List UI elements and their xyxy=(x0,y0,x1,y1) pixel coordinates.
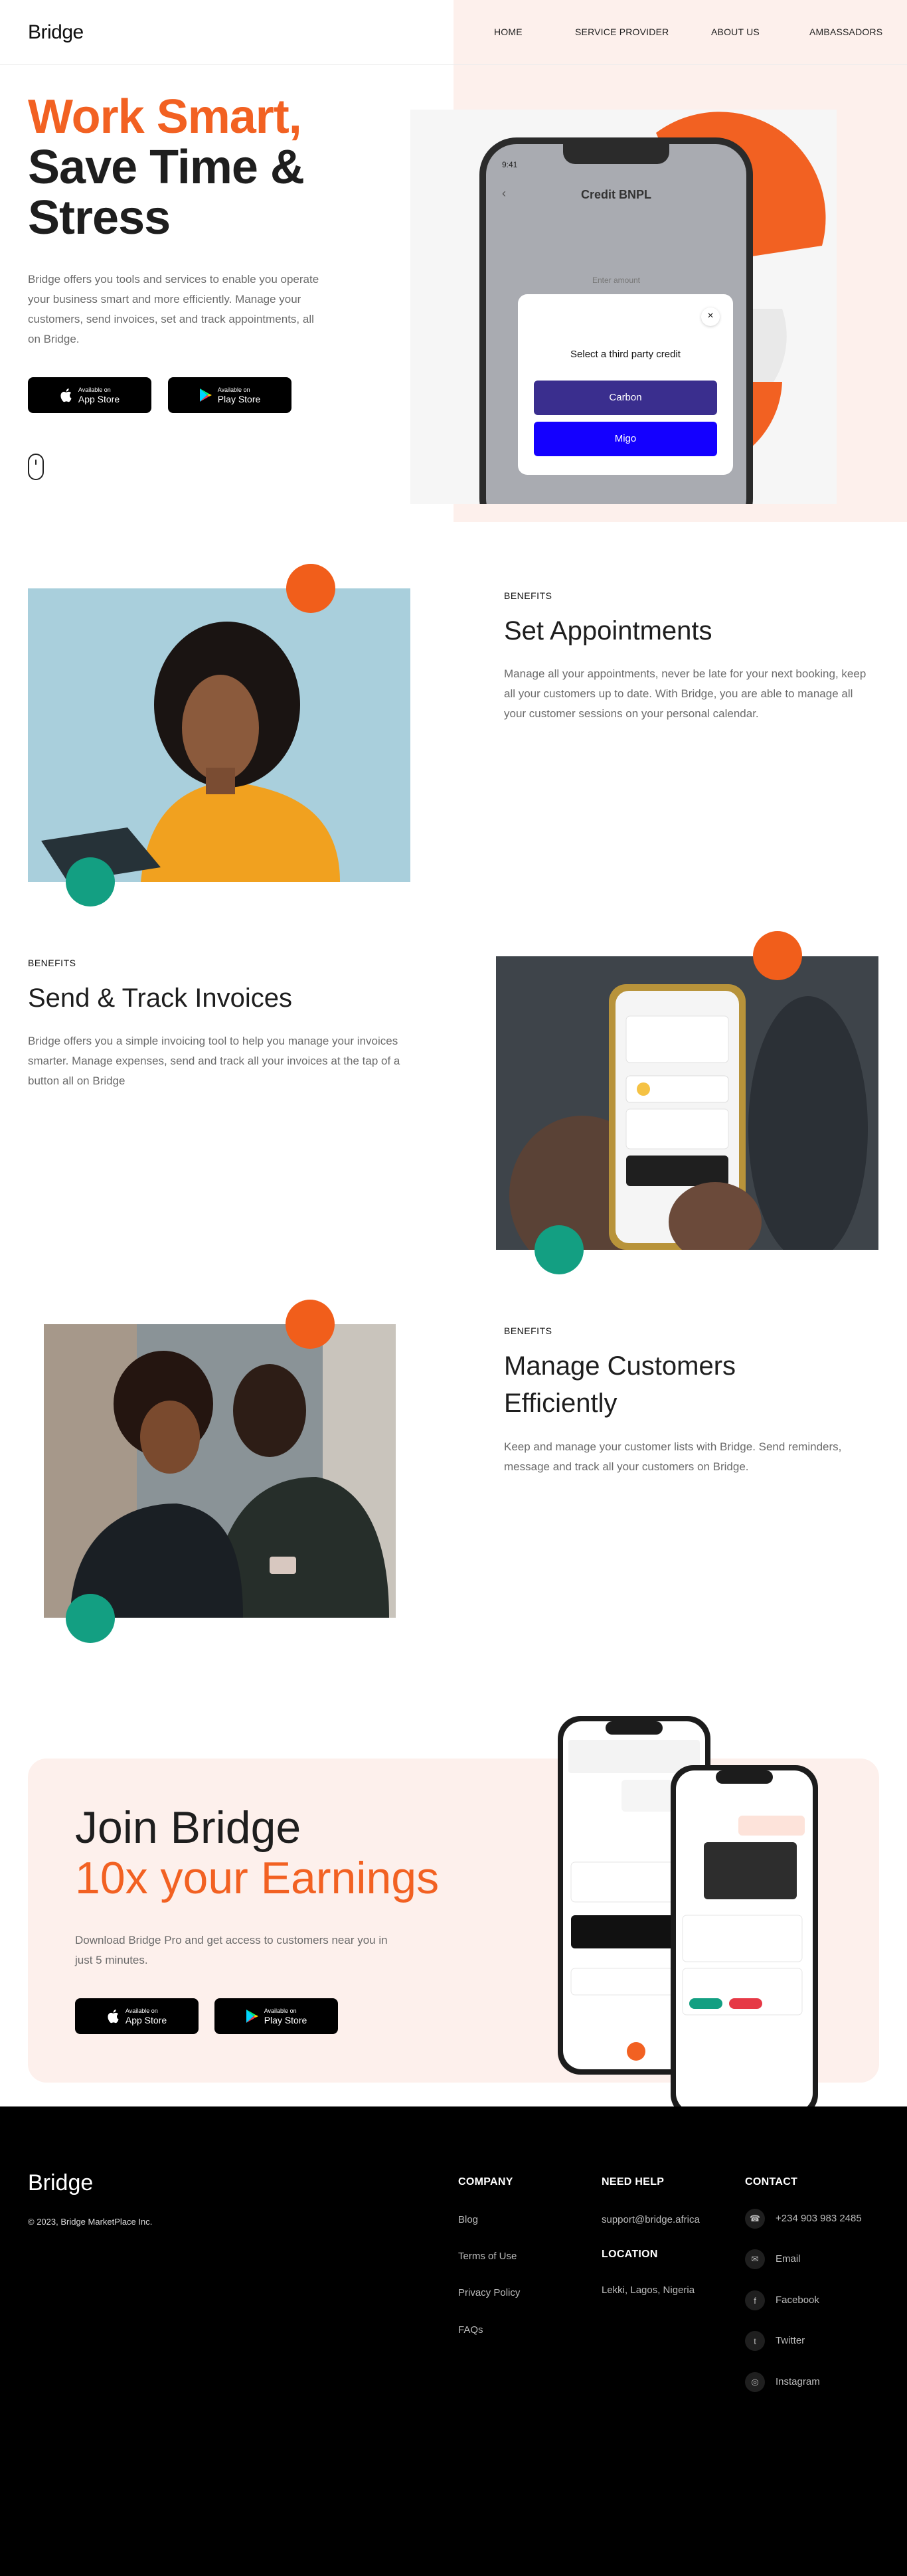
contact-phone[interactable]: +234 903 983 2485 xyxy=(776,2213,862,2224)
app-store-big-text: App Store xyxy=(78,393,120,404)
join-text: Download Bridge Pro and get access to cu… xyxy=(75,1934,388,1966)
modal-close-button[interactable]: × xyxy=(701,307,720,326)
amount-field-label: Enter amount xyxy=(592,276,641,285)
nav-service-provider[interactable]: SERVICE PROVIDER xyxy=(575,27,669,37)
hero-illustration: 9:41 ‹ Credit BNPL Enter amount × Select… xyxy=(410,110,837,504)
play-store-small-text: Available on xyxy=(264,2007,297,2014)
orange-decor-dot xyxy=(753,931,802,980)
feature1-eyebrow: BENEFITS xyxy=(504,590,552,601)
play-store-big-text: Play Store xyxy=(217,393,261,404)
feature2-eyebrow: BENEFITS xyxy=(28,958,76,968)
feature3-text: Keep and manage your customer lists with… xyxy=(504,1440,842,1473)
footer-link-privacy[interactable]: Privacy Policy xyxy=(458,2287,520,2298)
brand-logo[interactable]: Bridge xyxy=(28,21,84,44)
green-decor-dot xyxy=(535,1225,584,1274)
nav-home[interactable]: HOME xyxy=(494,27,523,37)
feature1-text: Manage all your appointments, never be l… xyxy=(504,667,866,720)
nav-ambassadors[interactable]: AMBASSADORS xyxy=(809,27,882,37)
play-store-big-text: Play Store xyxy=(264,2014,307,2025)
apple-icon xyxy=(60,388,72,402)
join-title-line1: Join Bridge xyxy=(75,1802,301,1853)
site-footer: Bridge © 2023, Bridge MarketPlace Inc. C… xyxy=(0,2106,907,2576)
couple-with-phone-photo xyxy=(44,1324,396,1618)
green-decor-dot xyxy=(66,857,115,906)
join-app-store-button[interactable]: Available on App Store xyxy=(75,1998,199,2034)
twitter-icon: t xyxy=(745,2331,765,2351)
play-store-small-text: Available on xyxy=(217,386,250,393)
woman-with-tablet-photo xyxy=(28,588,410,882)
feature1-title: Set Appointments xyxy=(504,616,712,645)
app-store-button[interactable]: Available on App Store xyxy=(28,377,151,413)
woman-photo-illustration xyxy=(28,588,410,882)
instagram-icon: ◎ xyxy=(745,2372,765,2392)
need-help-heading: NEED HELP xyxy=(602,2176,665,2188)
contact-heading: CONTACT xyxy=(745,2176,798,2188)
app-store-small-text: Available on xyxy=(78,386,111,393)
contact-twitter[interactable]: Twitter xyxy=(776,2335,805,2346)
contact-email[interactable]: Email xyxy=(776,2253,801,2265)
apple-icon xyxy=(108,2010,119,2023)
footer-link-faqs[interactable]: FAQs xyxy=(458,2324,483,2336)
phone-icon: ☎ xyxy=(745,2209,765,2229)
support-email-link[interactable]: support@bridge.africa xyxy=(602,2214,700,2225)
credit-modal: × Select a third party credit Carbon Mig… xyxy=(518,294,733,475)
phone-time: 9:41 xyxy=(502,160,518,169)
join-play-store-button[interactable]: Available on Play Store xyxy=(214,1998,338,2034)
modal-title: Select a third party credit xyxy=(570,349,681,360)
feature3-title-line2: Efficiently xyxy=(504,1389,618,1418)
footer-link-terms[interactable]: Terms of Use xyxy=(458,2251,517,2262)
carbon-option-button[interactable]: Carbon xyxy=(534,381,717,415)
app-store-small-text: Available on xyxy=(125,2007,158,2014)
phone-notch xyxy=(563,144,669,164)
hero-title-line1: Work Smart, xyxy=(28,90,302,143)
feature2-title: Send & Track Invoices xyxy=(28,984,292,1013)
orange-decor-dot xyxy=(286,1300,335,1349)
site-header: Bridge HOME SERVICE PROVIDER ABOUT US AM… xyxy=(0,0,907,65)
couple-illustration xyxy=(44,1324,396,1618)
hero-description: Bridge offers you tools and services to … xyxy=(28,273,319,345)
hero-title-line3: Stress xyxy=(28,191,171,244)
phone-frame: 9:41 ‹ Credit BNPL Enter amount × Select… xyxy=(479,137,753,504)
join-title-line2: 10x your Earnings xyxy=(75,1853,440,1903)
google-play-icon xyxy=(199,388,212,402)
footer-link-blog[interactable]: Blog xyxy=(458,2214,478,2225)
phone-in-hand-illustration xyxy=(496,956,878,1250)
phone-invoice-photo xyxy=(496,956,878,1250)
migo-option-button[interactable]: Migo xyxy=(534,422,717,456)
play-store-button[interactable]: Available on Play Store xyxy=(168,377,291,413)
feature2-text: Bridge offers you a simple invoicing too… xyxy=(28,1035,400,1087)
feature3-eyebrow: BENEFITS xyxy=(504,1326,552,1336)
scroll-mouse-icon[interactable] xyxy=(28,454,44,480)
footer-copyright: © 2023, Bridge MarketPlace Inc. xyxy=(28,2217,153,2227)
google-play-icon xyxy=(246,2010,258,2023)
location-heading: LOCATION xyxy=(602,2249,658,2260)
contact-instagram[interactable]: Instagram xyxy=(776,2376,820,2387)
phone-screen-title: Credit BNPL xyxy=(580,188,651,201)
nav-about-us[interactable]: ABOUT US xyxy=(711,27,760,37)
green-decor-dot xyxy=(66,1594,115,1643)
app-phones-illustration xyxy=(558,1716,818,2117)
orange-decor-dot xyxy=(286,564,335,613)
company-heading: COMPANY xyxy=(458,2176,513,2188)
hero-title-line2: Save Time & xyxy=(28,141,305,194)
email-icon: ✉ xyxy=(745,2249,765,2269)
feature3-title-line1: Manage Customers xyxy=(504,1351,736,1381)
contact-facebook[interactable]: Facebook xyxy=(776,2294,819,2306)
footer-logo[interactable]: Bridge xyxy=(28,2170,93,2196)
facebook-icon: f xyxy=(745,2290,765,2310)
app-store-big-text: App Store xyxy=(125,2014,167,2025)
location-text: Lekki, Lagos, Nigeria xyxy=(602,2284,695,2296)
